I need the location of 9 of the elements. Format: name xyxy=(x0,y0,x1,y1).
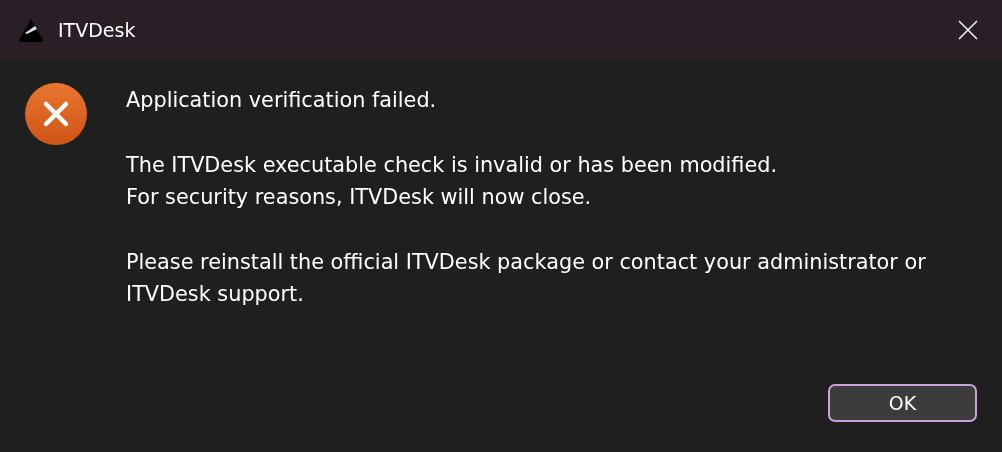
app-logo-icon xyxy=(18,17,44,43)
ok-button[interactable]: OK xyxy=(828,384,977,422)
message-text: The ITVDesk executable check is invalid or has been modified. xyxy=(126,152,779,179)
window-title: ITVDesk xyxy=(58,17,136,43)
close-icon xyxy=(958,20,978,40)
message-text: For security reasons, ITVDesk will now close. xyxy=(126,184,593,211)
error-icon xyxy=(24,82,88,146)
message-text: Application verification failed. xyxy=(126,87,438,114)
message-text: Please reinstall the official ITVDesk package or contact your administrator or ITVDesk support. xyxy=(126,249,927,308)
